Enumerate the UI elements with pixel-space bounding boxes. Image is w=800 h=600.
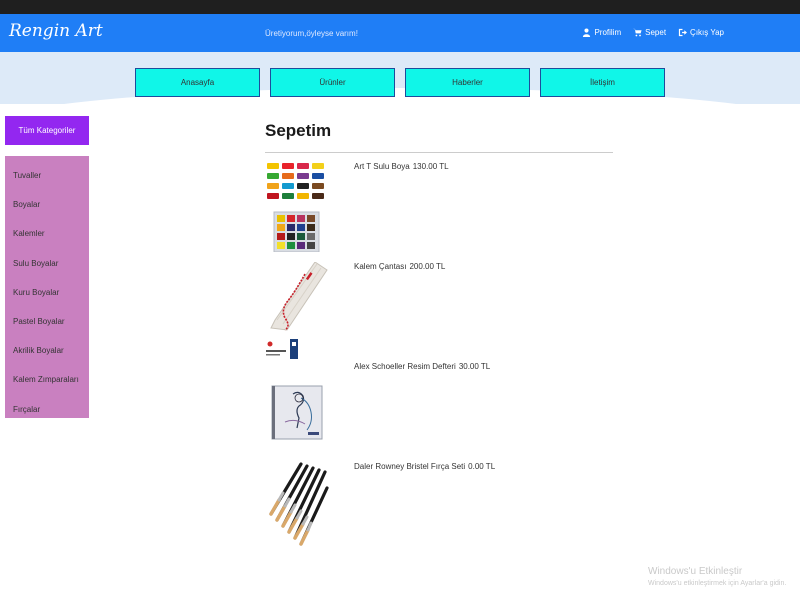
cart-item: Kalem Çantası 200.00 TL xyxy=(265,262,613,362)
menu-home-button[interactable]: Anasayfa xyxy=(135,68,260,97)
cart-item-name: Daler Rowney Bristel Fırça Seti xyxy=(354,462,466,471)
watermark-title: Windows'u Etkinleştir xyxy=(648,566,743,577)
cart-item-price: 30.00 TL xyxy=(458,362,491,371)
cart-item-info: Art T Sulu Boya 130.00 TL xyxy=(354,162,449,171)
category-item[interactable]: Boyalar xyxy=(5,190,89,219)
category-item[interactable]: Kuru Boyalar xyxy=(5,278,89,307)
watercolor-set-image[interactable] xyxy=(265,162,330,252)
cart-item: Art T Sulu Boya 130.00 TL xyxy=(265,162,613,262)
cart-item-info: Kalem Çantası 200.00 TL xyxy=(354,262,445,271)
navbar: Rengin Art Üretiyorum,öyleyse varım! Pro… xyxy=(0,14,800,52)
category-item[interactable]: Kalemler xyxy=(5,219,89,248)
logout-icon xyxy=(678,28,688,37)
cart-item-price: 200.00 TL xyxy=(409,262,446,271)
watermark-subtitle: Windows'u etkinleştirmek için Ayarlar'a … xyxy=(648,580,787,587)
browser-top-strip xyxy=(0,0,800,14)
brand-logo[interactable]: Rengin Art xyxy=(9,21,103,41)
cart-item: Daler Rowney Bristel Fırça Seti 0.00 TL xyxy=(265,462,613,562)
menu-news-button[interactable]: Haberler xyxy=(405,68,530,97)
logout-link[interactable]: Çıkış Yap xyxy=(678,28,724,37)
menu-products-button[interactable]: Ürünler xyxy=(270,68,395,97)
category-item[interactable]: Tuvaller xyxy=(5,161,89,190)
user-nav: Profilim Sepet Çıkış Yap xyxy=(582,28,724,37)
category-item[interactable]: Sulu Boyalar xyxy=(5,249,89,278)
logout-link-label: Çıkış Yap xyxy=(690,28,724,37)
title-divider xyxy=(265,152,613,153)
cart-item-name: Alex Schoeller Resim Defteri xyxy=(354,362,456,371)
cart-icon xyxy=(633,28,642,37)
category-item[interactable]: Kalem Zımparaları xyxy=(5,365,89,394)
menu-contact-button[interactable]: İletişim xyxy=(540,68,665,97)
cart-link[interactable]: Sepet xyxy=(633,28,666,37)
cart-link-label: Sepet xyxy=(645,28,667,37)
cart-item: Alex Schoeller Resim Defteri 30.00 TL xyxy=(265,362,613,462)
page-title: Sepetim xyxy=(265,121,332,140)
cart-item-price: 130.00 TL xyxy=(412,162,449,171)
category-item[interactable]: Fırçalar xyxy=(5,395,89,424)
all-categories-button[interactable]: Tüm Kategoriler xyxy=(5,116,89,145)
cart-item-name: Art T Sulu Boya xyxy=(354,162,410,171)
profile-link[interactable]: Profilim xyxy=(582,28,621,37)
user-icon xyxy=(583,28,591,37)
pencil-case-image[interactable] xyxy=(265,262,330,362)
slogan: Üretiyorum,öyleyse varım! xyxy=(265,29,358,38)
category-list: Tuvaller Boyalar Kalemler Sulu Boyalar K… xyxy=(5,156,89,418)
profile-link-label: Profilim xyxy=(594,28,622,37)
cart-item-info: Daler Rowney Bristel Fırça Seti 0.00 TL xyxy=(354,462,495,471)
sketchbook-image[interactable] xyxy=(265,362,330,452)
brush-set-image[interactable] xyxy=(265,462,330,552)
category-item[interactable]: Akrilik Boyalar xyxy=(5,336,89,365)
cart-item-info: Alex Schoeller Resim Defteri 30.00 TL xyxy=(354,362,490,371)
cart-item-name: Kalem Çantası xyxy=(354,262,407,271)
cart-item-price: 0.00 TL xyxy=(468,462,496,471)
windows-activation-watermark: Windows'u Etkinleştir Windows'u etkinleş… xyxy=(648,566,786,587)
main-menu: Anasayfa Ürünler Haberler İletişim xyxy=(135,68,665,97)
category-item[interactable]: Pastel Boyalar xyxy=(5,307,89,336)
